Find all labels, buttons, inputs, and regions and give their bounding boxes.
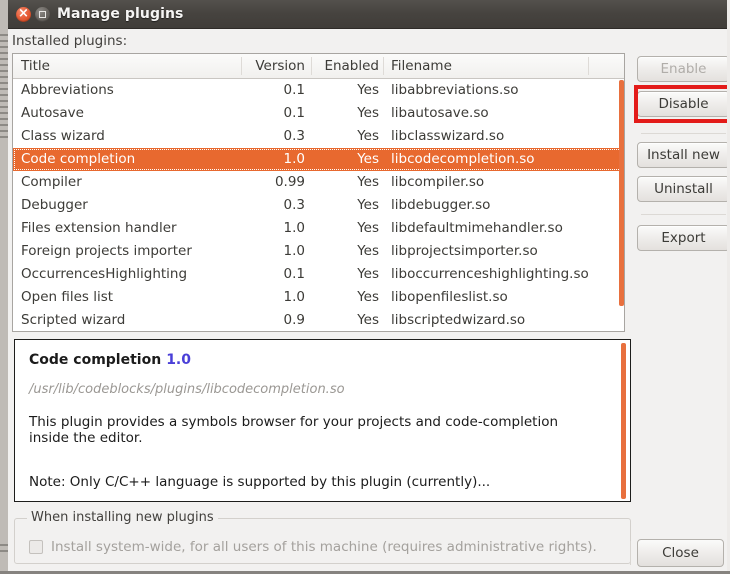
row-title: Scripted wizard xyxy=(21,312,126,328)
column-header-enabled[interactable]: Enabled xyxy=(319,54,379,78)
column-divider[interactable] xyxy=(311,57,312,75)
row-version: 0.99 xyxy=(274,174,305,190)
column-header-filename[interactable]: Filename xyxy=(391,54,621,78)
row-filename: libopenfileslist.so xyxy=(391,289,508,305)
install-system-wide-checkbox[interactable] xyxy=(29,540,43,554)
row-version: 0.3 xyxy=(283,128,305,144)
table-row[interactable]: Class wizard 0.3 Yes libclasswizard.so xyxy=(13,125,624,148)
window-title: Manage plugins xyxy=(57,6,184,22)
button-separator xyxy=(641,214,726,215)
row-enabled: Yes xyxy=(357,105,379,121)
table-row[interactable]: Foreign projects importer 1.0 Yes libprojec… xyxy=(13,240,624,263)
plugins-rows: Abbreviations 0.1 Yes libabbreviations.so Au… xyxy=(13,79,624,331)
table-row[interactable]: Files extension handler 1.0 Yes libdefaultm… xyxy=(13,217,624,240)
row-title: Autosave xyxy=(21,105,84,121)
export-button[interactable]: Export xyxy=(637,225,730,251)
row-filename: libscriptedwizard.so xyxy=(391,312,526,328)
row-filename: libprojectsimporter.so xyxy=(391,243,538,259)
row-version: 0.1 xyxy=(283,82,305,98)
row-title: Open files list xyxy=(21,289,114,305)
row-enabled: Yes xyxy=(357,151,379,167)
row-title: Class wizard xyxy=(21,128,105,144)
description-note: Note: Only C/C++ language is supported b… xyxy=(29,474,491,490)
row-filename: libautosave.so xyxy=(391,105,489,121)
table-row[interactable]: Autosave 0.1 Yes libautosave.so xyxy=(13,102,624,125)
row-title: Debugger xyxy=(21,197,88,213)
manage-plugins-dialog: Manage plugins Installed plugins: Title … xyxy=(8,0,730,574)
description-plugin-name: Code completion xyxy=(29,352,162,368)
row-enabled: Yes xyxy=(357,128,379,144)
row-version: 0.1 xyxy=(283,105,305,121)
window-maximize-icon[interactable] xyxy=(35,7,50,22)
desktop-background-sliver xyxy=(0,0,8,574)
description-body: This plugin provides a symbols browser f… xyxy=(29,414,559,446)
row-version: 1.0 xyxy=(283,151,305,167)
row-enabled: Yes xyxy=(357,266,379,282)
row-enabled: Yes xyxy=(357,174,379,190)
row-title: OccurrencesHighlighting xyxy=(21,266,188,282)
enable-button[interactable]: Enable xyxy=(637,56,730,82)
table-row[interactable]: OccurrencesHighlighting 0.1 Yes liboccurren… xyxy=(13,263,624,286)
install-new-button[interactable]: Install new xyxy=(637,142,730,168)
install-options-legend: When installing new plugins xyxy=(27,510,218,525)
window-close-icon[interactable] xyxy=(16,4,31,24)
row-version: 0.9 xyxy=(283,312,305,328)
row-enabled: Yes xyxy=(357,197,379,213)
description-scrollbar[interactable] xyxy=(621,343,626,499)
description-title: Code completion 1.0 xyxy=(29,352,191,368)
installed-plugins-label: Installed plugins: xyxy=(12,33,128,49)
close-button[interactable]: Close xyxy=(637,539,724,567)
plugins-list-scrollbar[interactable] xyxy=(619,80,624,306)
table-row[interactable]: Abbreviations 0.1 Yes libabbreviations.so xyxy=(13,79,624,102)
row-title: Code completion xyxy=(21,151,136,167)
table-row[interactable]: Compiler 0.99 Yes libcompiler.so xyxy=(13,171,624,194)
row-version: 1.0 xyxy=(283,289,305,305)
column-header-version[interactable]: Version xyxy=(239,54,305,78)
table-row[interactable]: Scripted wizard 0.9 Yes libscriptedwizard.s… xyxy=(13,309,624,331)
row-enabled: Yes xyxy=(357,289,379,305)
install-system-wide-row[interactable]: Install system-wide, for all users of th… xyxy=(29,539,597,555)
column-divider[interactable] xyxy=(588,57,589,75)
row-filename: liboccurrenceshighlighting.so xyxy=(391,266,589,282)
row-version: 1.0 xyxy=(283,220,305,236)
plugin-description-panel: Code completion 1.0 /usr/lib/codeblocks/p… xyxy=(14,339,631,502)
table-row[interactable]: Debugger 0.3 Yes libdebugger.so xyxy=(13,194,624,217)
row-version: 0.3 xyxy=(283,197,305,213)
row-title: Abbreviations xyxy=(21,82,114,98)
row-version: 1.0 xyxy=(283,243,305,259)
install-options-group: When installing new plugins Install syst… xyxy=(14,510,631,564)
install-system-wide-label: Install system-wide, for all users of th… xyxy=(51,539,597,555)
disable-button-highlight xyxy=(634,85,730,123)
row-filename: libclasswizard.so xyxy=(391,128,505,144)
row-title: Compiler xyxy=(21,174,82,190)
row-filename: libcompiler.so xyxy=(391,174,485,190)
action-buttons: Enable Disable Install new Uninstall Exp… xyxy=(634,29,730,574)
plugins-list[interactable]: Title Version Enabled Filename Abbreviat… xyxy=(12,53,625,332)
row-title: Foreign projects importer xyxy=(21,243,192,259)
button-separator xyxy=(641,133,726,134)
table-row[interactable]: Code completion 1.0 Yes libcodecompletion.s… xyxy=(13,148,624,171)
row-enabled: Yes xyxy=(357,243,379,259)
dialog-body: Installed plugins: Title Version Enabled… xyxy=(8,29,730,574)
column-divider[interactable] xyxy=(241,57,242,75)
uninstall-button[interactable]: Uninstall xyxy=(637,176,730,202)
title-bar[interactable]: Manage plugins xyxy=(8,0,730,29)
screen: Manage plugins Installed plugins: Title … xyxy=(0,0,730,574)
row-enabled: Yes xyxy=(357,220,379,236)
row-filename: libdefaultmimehandler.so xyxy=(391,220,563,236)
table-row[interactable]: Open files list 1.0 Yes libopenfileslist.so xyxy=(13,286,624,309)
footer-divider xyxy=(630,541,631,565)
row-filename: libcodecompletion.so xyxy=(391,151,535,167)
plugins-list-header: Title Version Enabled Filename xyxy=(13,54,624,79)
row-enabled: Yes xyxy=(357,82,379,98)
row-title: Files extension handler xyxy=(21,220,177,236)
row-filename: libabbreviations.so xyxy=(391,82,519,98)
column-divider[interactable] xyxy=(383,57,384,75)
column-header-title[interactable]: Title xyxy=(21,54,239,78)
description-path: /usr/lib/codeblocks/plugins/libcodecompl… xyxy=(29,382,345,397)
row-filename: libdebugger.so xyxy=(391,197,491,213)
description-plugin-version: 1.0 xyxy=(166,352,191,368)
row-enabled: Yes xyxy=(357,312,379,328)
row-version: 0.1 xyxy=(283,266,305,282)
